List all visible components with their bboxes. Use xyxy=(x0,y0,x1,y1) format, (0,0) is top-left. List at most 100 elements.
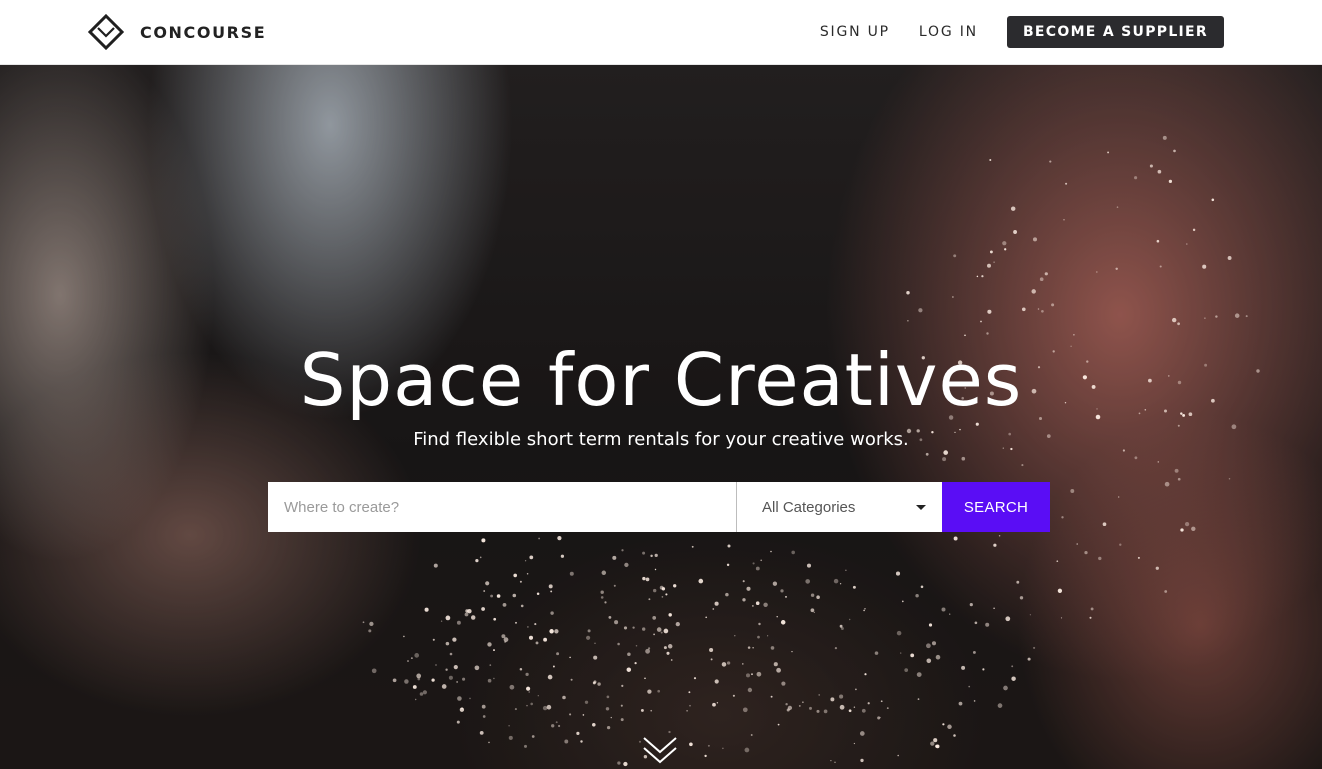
dust-particle xyxy=(1180,528,1184,532)
dust-particle xyxy=(686,709,688,712)
dust-particle xyxy=(897,754,900,757)
dust-particle xyxy=(918,308,923,313)
dust-particle xyxy=(580,740,583,743)
dust-particle xyxy=(576,731,580,736)
dust-particle xyxy=(621,684,624,688)
diamond-logo-icon xyxy=(88,14,124,50)
dust-particle xyxy=(534,623,537,626)
dust-particle xyxy=(604,601,607,604)
dust-particle xyxy=(834,761,836,763)
dust-particle xyxy=(867,702,870,705)
dust-particle xyxy=(780,589,784,593)
dust-particle xyxy=(973,700,976,702)
dust-particle xyxy=(592,681,596,685)
dust-particle xyxy=(1013,230,1018,234)
dust-particle xyxy=(509,684,515,690)
dust-particle xyxy=(987,263,991,268)
dust-particle xyxy=(1084,550,1088,555)
sign-up-link[interactable]: SIGN UP xyxy=(820,24,890,40)
dust-particle xyxy=(810,608,815,613)
dust-particle xyxy=(440,620,443,622)
dust-particle xyxy=(404,679,409,684)
dust-particle xyxy=(755,566,760,571)
dust-particle xyxy=(1157,169,1162,174)
dust-particle xyxy=(993,607,995,609)
dust-particle xyxy=(445,615,451,621)
dust-particle xyxy=(1032,237,1038,242)
dust-particle xyxy=(745,673,751,678)
dust-particle xyxy=(1228,477,1231,480)
dust-particle xyxy=(549,629,554,634)
dust-particle xyxy=(689,704,691,707)
dust-particle xyxy=(907,319,909,322)
dust-particle xyxy=(445,641,450,646)
dust-particle xyxy=(560,554,565,558)
dust-particle xyxy=(1177,322,1180,326)
dust-particle xyxy=(1119,543,1122,546)
dust-particle xyxy=(490,594,494,598)
dust-particle xyxy=(930,741,935,746)
dust-particle xyxy=(698,578,704,584)
location-search-input[interactable] xyxy=(268,482,736,532)
dust-particle xyxy=(600,590,604,594)
dust-particle xyxy=(1031,289,1036,294)
dust-particle xyxy=(656,627,662,632)
dust-particle xyxy=(593,655,598,660)
dust-particle xyxy=(845,569,847,571)
brand-logo[interactable]: CONCOURSE xyxy=(88,14,266,50)
dust-particle xyxy=(976,275,979,278)
dust-particle xyxy=(1164,481,1170,487)
double-chevron-down-icon[interactable] xyxy=(642,733,678,769)
dust-particle xyxy=(716,702,719,704)
dust-particle xyxy=(709,647,714,653)
dust-particle xyxy=(823,709,828,714)
dust-particle xyxy=(958,701,963,706)
dust-particle xyxy=(974,621,978,625)
dust-particle xyxy=(605,707,610,711)
dust-particle xyxy=(432,638,435,641)
category-select[interactable]: All Categories xyxy=(736,482,942,532)
dust-particle xyxy=(673,584,677,588)
dust-particle xyxy=(1157,461,1160,463)
dust-particle xyxy=(1065,182,1068,185)
log-in-link[interactable]: LOG IN xyxy=(919,24,978,40)
dust-particle xyxy=(926,658,932,664)
dust-particle xyxy=(758,622,761,626)
dust-particle xyxy=(448,675,453,680)
dust-particle xyxy=(949,613,951,615)
dust-particle xyxy=(904,668,909,672)
dust-particle xyxy=(734,635,736,637)
dust-particle xyxy=(1090,607,1094,611)
dust-particle xyxy=(1202,264,1207,269)
dust-particle xyxy=(1192,228,1196,232)
dust-particle xyxy=(816,595,820,599)
dust-particle xyxy=(414,653,420,658)
dust-particle xyxy=(554,629,559,634)
dust-particle xyxy=(726,661,731,665)
dust-particle xyxy=(542,705,548,711)
dust-particle xyxy=(770,550,772,553)
dust-particle xyxy=(1003,685,1008,691)
dust-particle xyxy=(537,695,539,697)
dust-particle xyxy=(752,605,754,607)
dust-particle xyxy=(419,692,424,696)
dust-particle xyxy=(1156,239,1160,243)
dust-particle xyxy=(839,704,845,710)
dust-particle xyxy=(475,558,479,563)
dust-particle xyxy=(710,658,713,661)
dust-particle xyxy=(1168,179,1173,184)
dust-particle xyxy=(650,554,653,558)
dust-particle xyxy=(750,734,753,736)
dust-particle xyxy=(623,761,628,767)
dust-particle xyxy=(982,668,985,671)
search-button[interactable]: SEARCH xyxy=(942,482,1050,532)
dust-particle xyxy=(501,634,506,639)
dust-particle xyxy=(947,724,952,730)
brand-name: CONCOURSE xyxy=(140,22,267,42)
dust-particle xyxy=(638,740,642,743)
dust-particle xyxy=(551,724,555,728)
dust-particle xyxy=(584,700,589,704)
dust-particle xyxy=(538,537,540,540)
dust-particle xyxy=(1039,277,1044,282)
become-supplier-button[interactable]: BECOME A SUPPLIER xyxy=(1006,16,1224,48)
